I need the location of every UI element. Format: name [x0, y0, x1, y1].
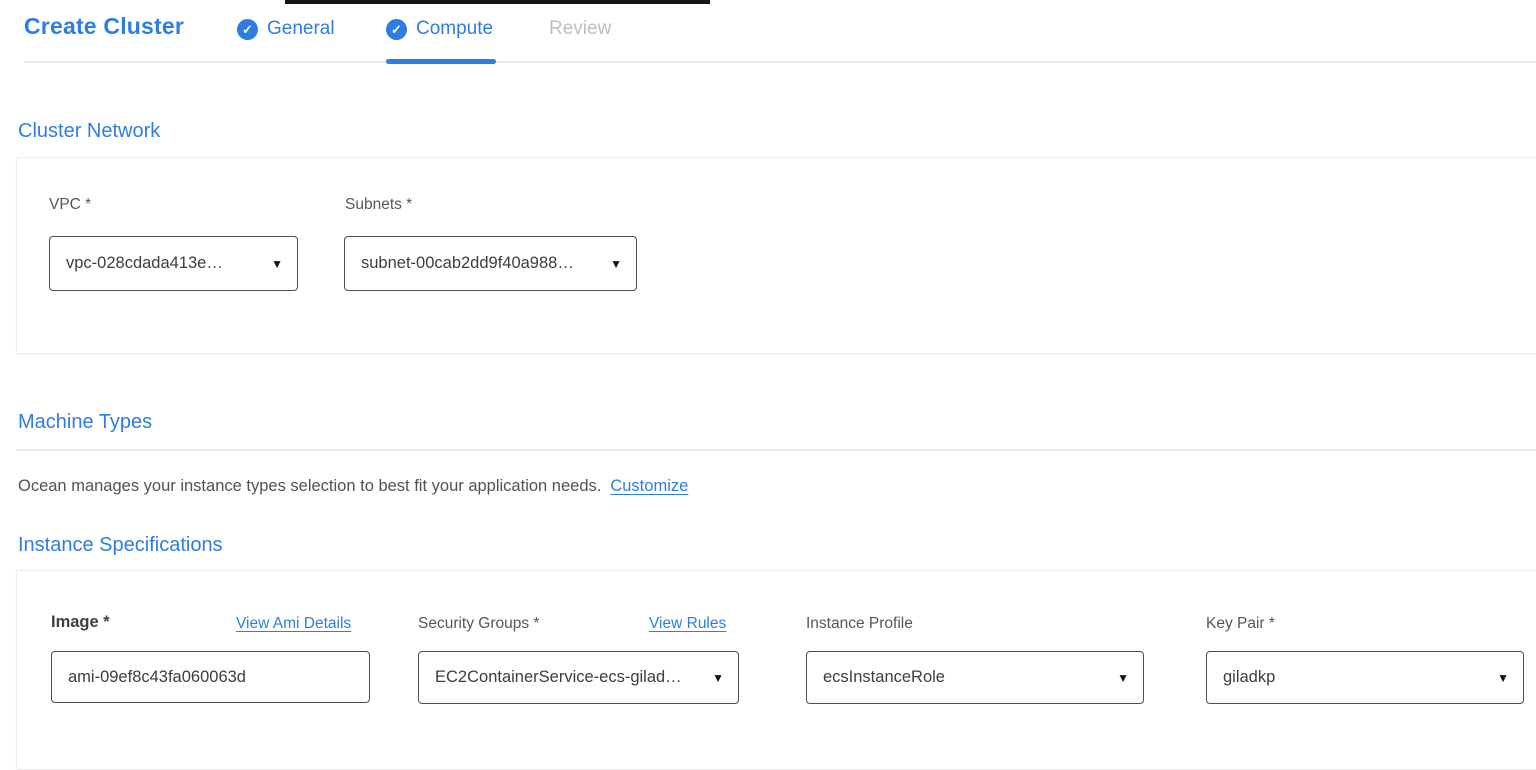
instance-profile-label: Instance Profile — [806, 615, 913, 633]
check-circle-icon: ✓ — [237, 19, 258, 40]
cluster-network-card: VPC * vpc-028cdada413e… ▼ Subnets * subn… — [16, 157, 1536, 354]
active-tab-underline — [386, 59, 496, 64]
image-label: Image * — [51, 613, 110, 632]
vpc-select[interactable]: vpc-028cdada413e… ▼ — [49, 236, 298, 291]
section-heading-instance-specifications: Instance Specifications — [18, 534, 223, 557]
machine-types-divider — [16, 449, 1536, 451]
tab-review[interactable]: Review — [549, 15, 611, 43]
tab-general[interactable]: ✓ General — [237, 15, 335, 43]
caret-down-icon: ▼ — [1117, 671, 1129, 685]
caret-down-icon: ▼ — [610, 257, 622, 271]
tab-compute[interactable]: ✓ Compute — [386, 15, 493, 43]
security-groups-select[interactable]: EC2ContainerService-ecs-gilad… ▼ — [418, 651, 739, 704]
header-divider — [24, 61, 1536, 63]
tab-compute-label: Compute — [416, 18, 493, 40]
key-pair-select[interactable]: giladkp ▼ — [1206, 651, 1524, 704]
vpc-label: VPC * — [49, 196, 91, 214]
caret-down-icon: ▼ — [271, 257, 283, 271]
section-heading-cluster-network: Cluster Network — [18, 120, 160, 143]
machine-types-description: Ocean manages your instance types select… — [18, 477, 688, 496]
tab-general-label: General — [267, 18, 335, 40]
instance-profile-select[interactable]: ecsInstanceRole ▼ — [806, 651, 1144, 704]
caret-down-icon: ▼ — [712, 671, 724, 685]
key-pair-label: Key Pair * — [1206, 615, 1275, 633]
machine-types-description-text: Ocean manages your instance types select… — [18, 477, 601, 495]
view-rules-link[interactable]: View Rules — [649, 615, 726, 633]
section-heading-machine-types: Machine Types — [18, 411, 152, 434]
subnets-select[interactable]: subnet-00cab2dd9f40a988… ▼ — [344, 236, 637, 291]
caret-down-icon: ▼ — [1497, 671, 1509, 685]
instance-specifications-card: Image * View Ami Details Security Groups… — [16, 570, 1536, 770]
view-ami-details-link[interactable]: View Ami Details — [236, 615, 351, 633]
top-edge-strip — [285, 0, 710, 4]
subnets-label: Subnets * — [345, 196, 412, 214]
check-circle-icon: ✓ — [386, 19, 407, 40]
page-title: Create Cluster — [24, 13, 184, 40]
security-groups-label: Security Groups * — [418, 615, 539, 633]
tab-review-label: Review — [549, 18, 611, 40]
customize-link[interactable]: Customize — [610, 477, 688, 495]
ami-image-input[interactable] — [51, 651, 370, 703]
